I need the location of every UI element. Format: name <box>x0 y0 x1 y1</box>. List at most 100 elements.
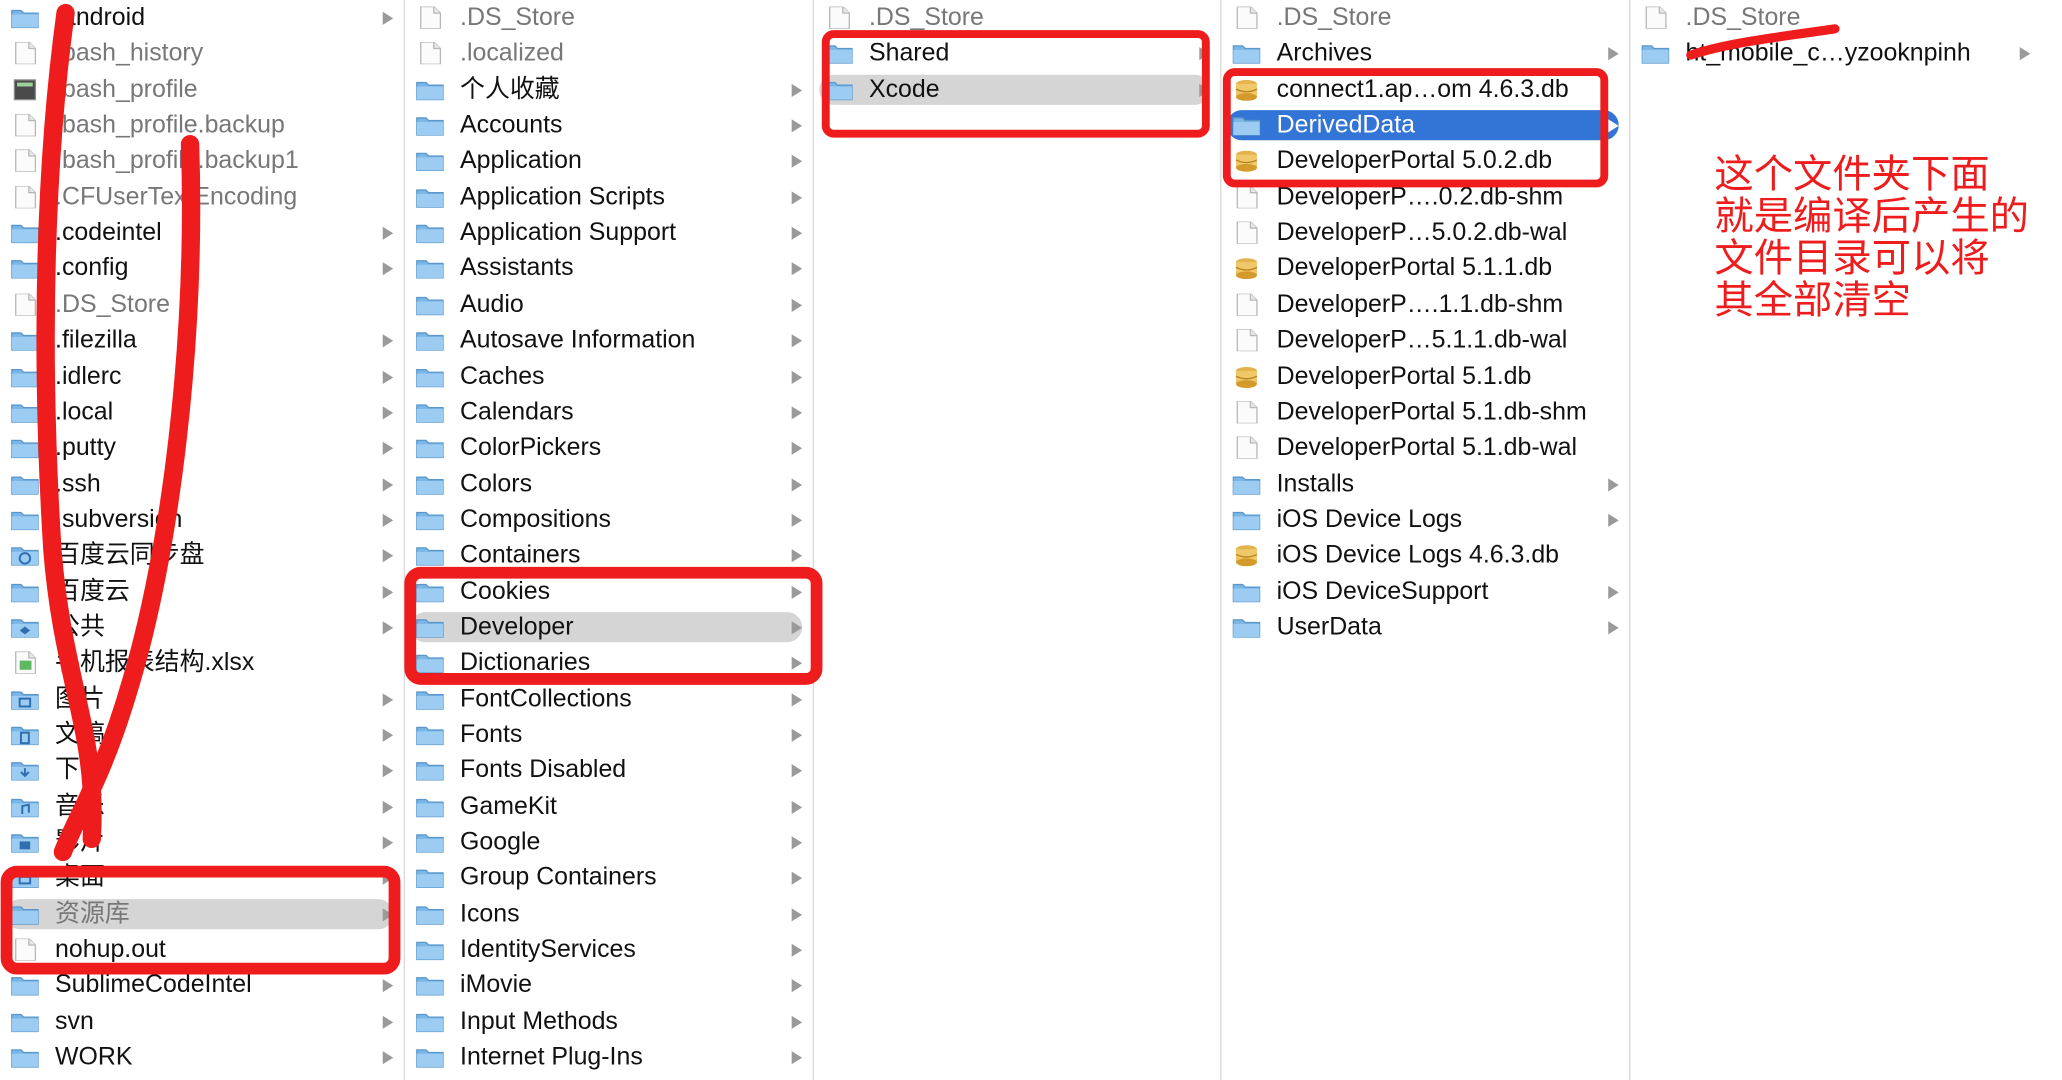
list-item[interactable]: .localized <box>405 36 813 71</box>
list-item[interactable]: Application Support <box>405 215 813 250</box>
list-item[interactable]: iOS Device Logs <box>1222 502 1630 537</box>
list-item[interactable]: .CFUserTextEncoding <box>0 179 404 214</box>
folder-icon <box>416 655 444 674</box>
list-item[interactable]: Application <box>405 143 813 178</box>
disclosure-arrow-icon <box>791 226 803 240</box>
list-item[interactable]: .DS_Store <box>405 0 813 35</box>
list-item[interactable]: Group Containers <box>405 860 813 895</box>
list-item[interactable]: .android <box>0 0 404 35</box>
list-item[interactable]: Archives <box>1222 36 1630 71</box>
list-item[interactable]: 音乐 <box>0 789 404 824</box>
list-item[interactable]: .bash_profile <box>0 72 404 107</box>
list-item[interactable]: DeveloperPortal 5.1.1.db <box>1222 251 1630 286</box>
list-item[interactable]: nohup.out <box>0 932 404 967</box>
disclosure-arrow-icon <box>791 1015 803 1029</box>
list-item[interactable]: Accounts <box>405 108 813 143</box>
folder-icon <box>416 475 444 495</box>
list-item[interactable]: Assistants <box>405 251 813 286</box>
list-item[interactable]: Icons <box>405 896 813 931</box>
column-xcode[interactable]: .DS_Store Archives connect1.ap…om 4.6.3.db… <box>1222 0 1630 1080</box>
list-item[interactable]: DeveloperPortal 5.0.2.db <box>1222 143 1630 178</box>
list-item[interactable]: IdentityServices <box>405 932 813 967</box>
list-item[interactable]: Calendars <box>405 394 813 429</box>
list-item[interactable]: UserData <box>1222 609 1630 644</box>
list-item[interactable]: .putty <box>0 430 404 465</box>
item-label: Calendars <box>460 398 574 426</box>
list-item[interactable]: 手机报表结构.xlsx <box>0 645 404 680</box>
list-item[interactable]: WORK <box>0 1040 404 1075</box>
list-item[interactable]: Google <box>405 824 813 859</box>
item-label: Shared <box>868 39 950 68</box>
list-item[interactable]: Caches <box>405 358 813 393</box>
list-item[interactable]: 百度云同步盘 <box>0 538 404 573</box>
list-item[interactable]: 下载 <box>0 753 404 788</box>
list-item[interactable]: DeveloperPortal 5.1.db-shm <box>1222 394 1630 429</box>
list-item[interactable]: .DS_Store <box>0 287 404 322</box>
list-item[interactable]: Compositions <box>405 502 813 537</box>
list-item[interactable]: DeveloperPortal 5.1.db <box>1222 358 1630 393</box>
disclosure-arrow-icon <box>791 872 803 886</box>
list-item[interactable]: DeveloperP….0.2.db-shm <box>1222 179 1630 214</box>
list-item[interactable]: .local <box>0 394 404 429</box>
folder-icon <box>1232 475 1261 495</box>
list-item[interactable]: Application Scripts <box>405 179 813 214</box>
list-item[interactable]: 百度云 <box>0 574 404 609</box>
list-item[interactable]: Fonts <box>405 717 813 752</box>
list-item[interactable]: Installs <box>1222 466 1630 501</box>
list-item[interactable]: DerivedData <box>1222 108 1630 143</box>
disclosure-arrow-icon <box>382 621 394 635</box>
list-item[interactable]: .DS_Store <box>814 0 1220 35</box>
list-item[interactable]: FontCollections <box>405 681 813 716</box>
list-item[interactable]: iOS DeviceSupport <box>1222 574 1630 609</box>
list-item[interactable]: Input Methods <box>405 1004 813 1039</box>
list-item[interactable]: DeveloperP…5.0.2.db-wal <box>1222 215 1630 250</box>
list-item[interactable]: 文稿 <box>0 717 404 752</box>
list-item[interactable]: .DS_Store <box>1631 0 2041 35</box>
column-library[interactable]: .DS_Store .localized 个人收藏 Accounts Applicati… <box>405 0 813 1080</box>
list-item[interactable]: 资源库 <box>0 896 404 931</box>
list-item[interactable]: ColorPickers <box>405 430 813 465</box>
list-item[interactable]: DeveloperP….1.1.db-shm <box>1222 287 1630 322</box>
list-item[interactable]: .idlerc <box>0 358 404 393</box>
list-item[interactable]: .bash_profile.backup1 <box>0 143 404 178</box>
list-item[interactable]: svn <box>0 1004 404 1039</box>
list-item[interactable]: iMovie <box>405 968 813 1003</box>
spreadsheet-icon <box>15 651 37 675</box>
list-item[interactable]: 个人收藏 <box>405 72 813 107</box>
list-item[interactable]: ht_mobile_c…yzooknpinh <box>1631 36 2041 71</box>
list-item[interactable]: .bash_profile.backup <box>0 108 404 143</box>
list-item[interactable]: Autosave Information <box>405 323 813 358</box>
list-item[interactable]: iOS Device Logs 4.6.3.db <box>1222 538 1630 573</box>
list-item[interactable]: 影片 <box>0 824 404 859</box>
list-item[interactable]: DeveloperP…5.1.1.db-wal <box>1222 323 1630 358</box>
list-item[interactable]: Xcode <box>814 72 1220 107</box>
list-item[interactable]: .config <box>0 251 404 286</box>
list-item[interactable]: .DS_Store <box>1222 0 1630 35</box>
list-item[interactable]: Fonts Disabled <box>405 753 813 788</box>
list-item[interactable]: 公共 <box>0 609 404 644</box>
list-item[interactable]: Dictionaries <box>405 645 813 680</box>
list-item[interactable]: GameKit <box>405 789 813 824</box>
list-item[interactable]: DeveloperPortal 5.1.db-wal <box>1222 430 1630 465</box>
column-home[interactable]: .android .bash_history .bash_profile .bash_… <box>0 0 404 1080</box>
list-item[interactable]: connect1.ap…om 4.6.3.db <box>1222 72 1630 107</box>
list-item[interactable]: .codeintel <box>0 215 404 250</box>
list-item[interactable]: 桌面 <box>0 860 404 895</box>
list-item[interactable]: Shared <box>814 36 1220 71</box>
list-item[interactable]: Containers <box>405 538 813 573</box>
list-item[interactable]: Audio <box>405 287 813 322</box>
list-item[interactable]: Colors <box>405 466 813 501</box>
disclosure-arrow-icon <box>791 907 803 922</box>
disclosure-arrow-icon <box>382 406 394 420</box>
list-item[interactable]: .ssh <box>0 466 404 501</box>
list-item[interactable]: SublimeCodeIntel <box>0 968 404 1003</box>
list-item[interactable]: .bash_history <box>0 36 404 71</box>
list-item[interactable]: Cookies <box>405 574 813 609</box>
list-item[interactable]: .filezilla <box>0 323 404 358</box>
list-item[interactable]: Developer <box>405 609 813 644</box>
column-developer[interactable]: .DS_Store Shared Xcode <box>814 0 1220 1080</box>
list-item[interactable]: Internet Plug-Ins <box>405 1040 813 1075</box>
list-item[interactable]: 图片 <box>0 681 404 716</box>
document-icon <box>1236 185 1258 209</box>
list-item[interactable]: .subversion <box>0 502 404 537</box>
